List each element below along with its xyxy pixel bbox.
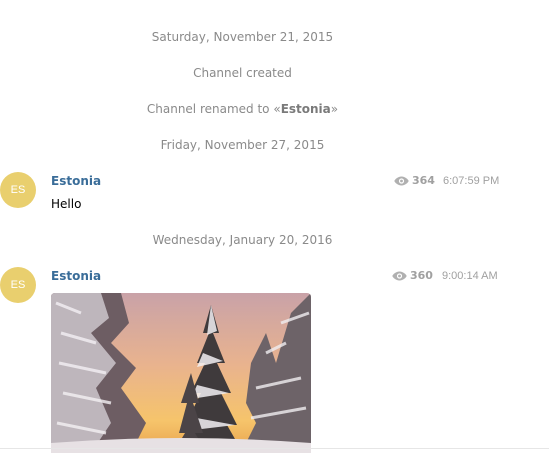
views-counter: 360 (392, 269, 433, 283)
views-counter: 364 (394, 174, 435, 188)
winter-forest-photo (51, 293, 311, 453)
message-author[interactable]: Estonia (51, 268, 101, 284)
message-author[interactable]: Estonia (51, 173, 101, 189)
message-text: Hello (51, 197, 82, 211)
renamed-suffix: » (330, 102, 339, 116)
views-count: 364 (412, 174, 435, 187)
message-photo[interactable] (51, 293, 311, 453)
message-time[interactable]: 6:07:59 PM (443, 174, 499, 188)
service-message-channel-renamed: Channel renamed to «Estonia» (0, 101, 485, 117)
message-time[interactable]: 9:00:14 AM (442, 269, 498, 283)
avatar[interactable]: ES (0, 267, 36, 303)
renamed-channel-name[interactable]: Estonia (281, 102, 331, 116)
eye-icon (392, 271, 407, 281)
service-message-channel-created: Channel created (193, 66, 292, 80)
eye-icon (394, 176, 409, 186)
avatar[interactable]: ES (0, 172, 36, 208)
date-separator: Wednesday, January 20, 2016 (152, 233, 333, 247)
views-count: 360 (410, 269, 433, 282)
renamed-prefix: Channel renamed to « (146, 102, 281, 116)
composer-divider (0, 448, 549, 449)
date-separator: Friday, November 27, 2015 (160, 138, 325, 152)
date-separator: Saturday, November 21, 2015 (151, 30, 334, 44)
